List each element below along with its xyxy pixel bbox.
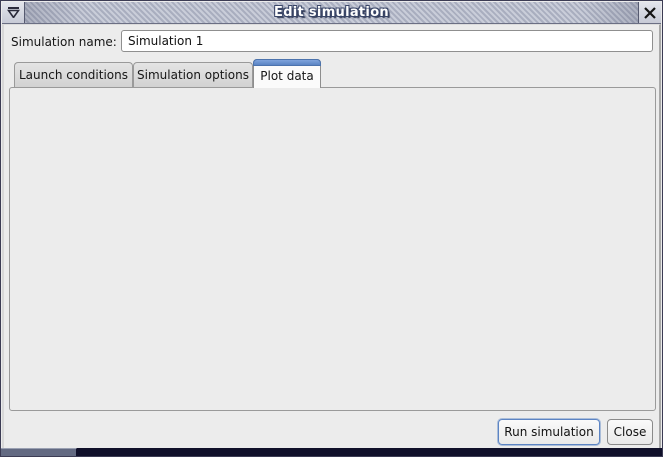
- simulation-name-label: Simulation name:: [11, 35, 117, 49]
- tab-label: Launch conditions: [19, 68, 128, 82]
- tab-label: Plot data: [260, 69, 313, 83]
- window-resize-corner[interactable]: [1, 448, 77, 456]
- close-button[interactable]: Close: [607, 419, 653, 445]
- simulation-name-input[interactable]: [121, 30, 653, 52]
- window-bottom-border[interactable]: [1, 448, 662, 456]
- window-title: Edit simulation: [2, 5, 661, 20]
- tab-plot-data[interactable]: Plot data: [253, 59, 321, 88]
- close-icon: [644, 7, 656, 19]
- tab-launch-conditions[interactable]: Launch conditions: [14, 62, 133, 87]
- run-simulation-button[interactable]: Run simulation: [498, 419, 600, 445]
- plot-data-panel: [9, 87, 656, 411]
- close-window-button[interactable]: [638, 2, 661, 23]
- tab-simulation-options[interactable]: Simulation options: [133, 62, 253, 87]
- edit-simulation-dialog: Edit simulation Simulation name: Launch …: [0, 0, 663, 457]
- tab-label: Simulation options: [137, 68, 249, 82]
- titlebar[interactable]: Edit simulation: [2, 2, 661, 24]
